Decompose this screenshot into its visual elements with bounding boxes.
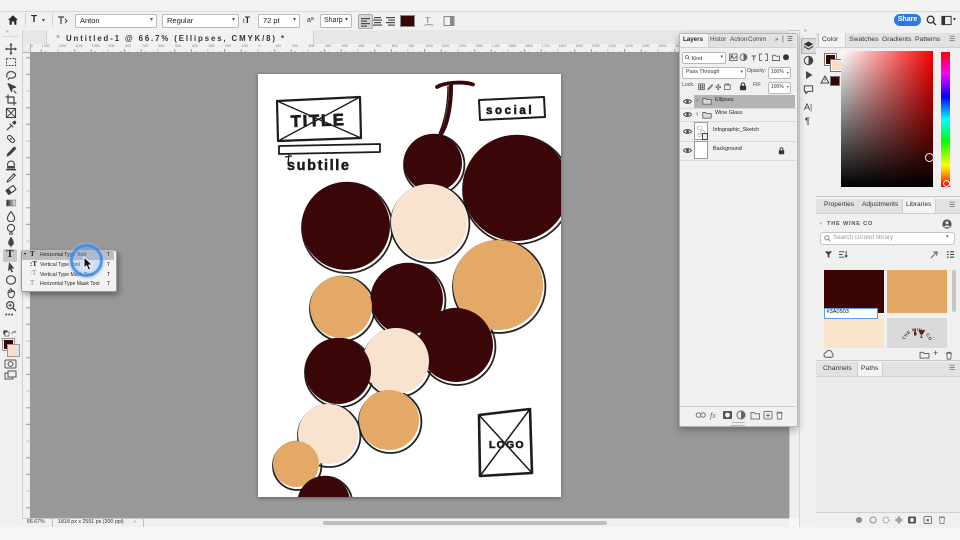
svg-text:T: T <box>752 54 757 63</box>
svg-text:fx: fx <box>710 411 716 420</box>
svg-text:TITLE: TITLE <box>291 111 346 131</box>
svg-text:THE WINE CO: THE WINE CO <box>901 327 933 342</box>
svg-text:subtille: subtille <box>287 158 351 174</box>
svg-text:social: social <box>486 105 534 117</box>
svg-text:LOGO: LOGO <box>489 439 525 451</box>
svg-text:T: T <box>425 16 430 25</box>
